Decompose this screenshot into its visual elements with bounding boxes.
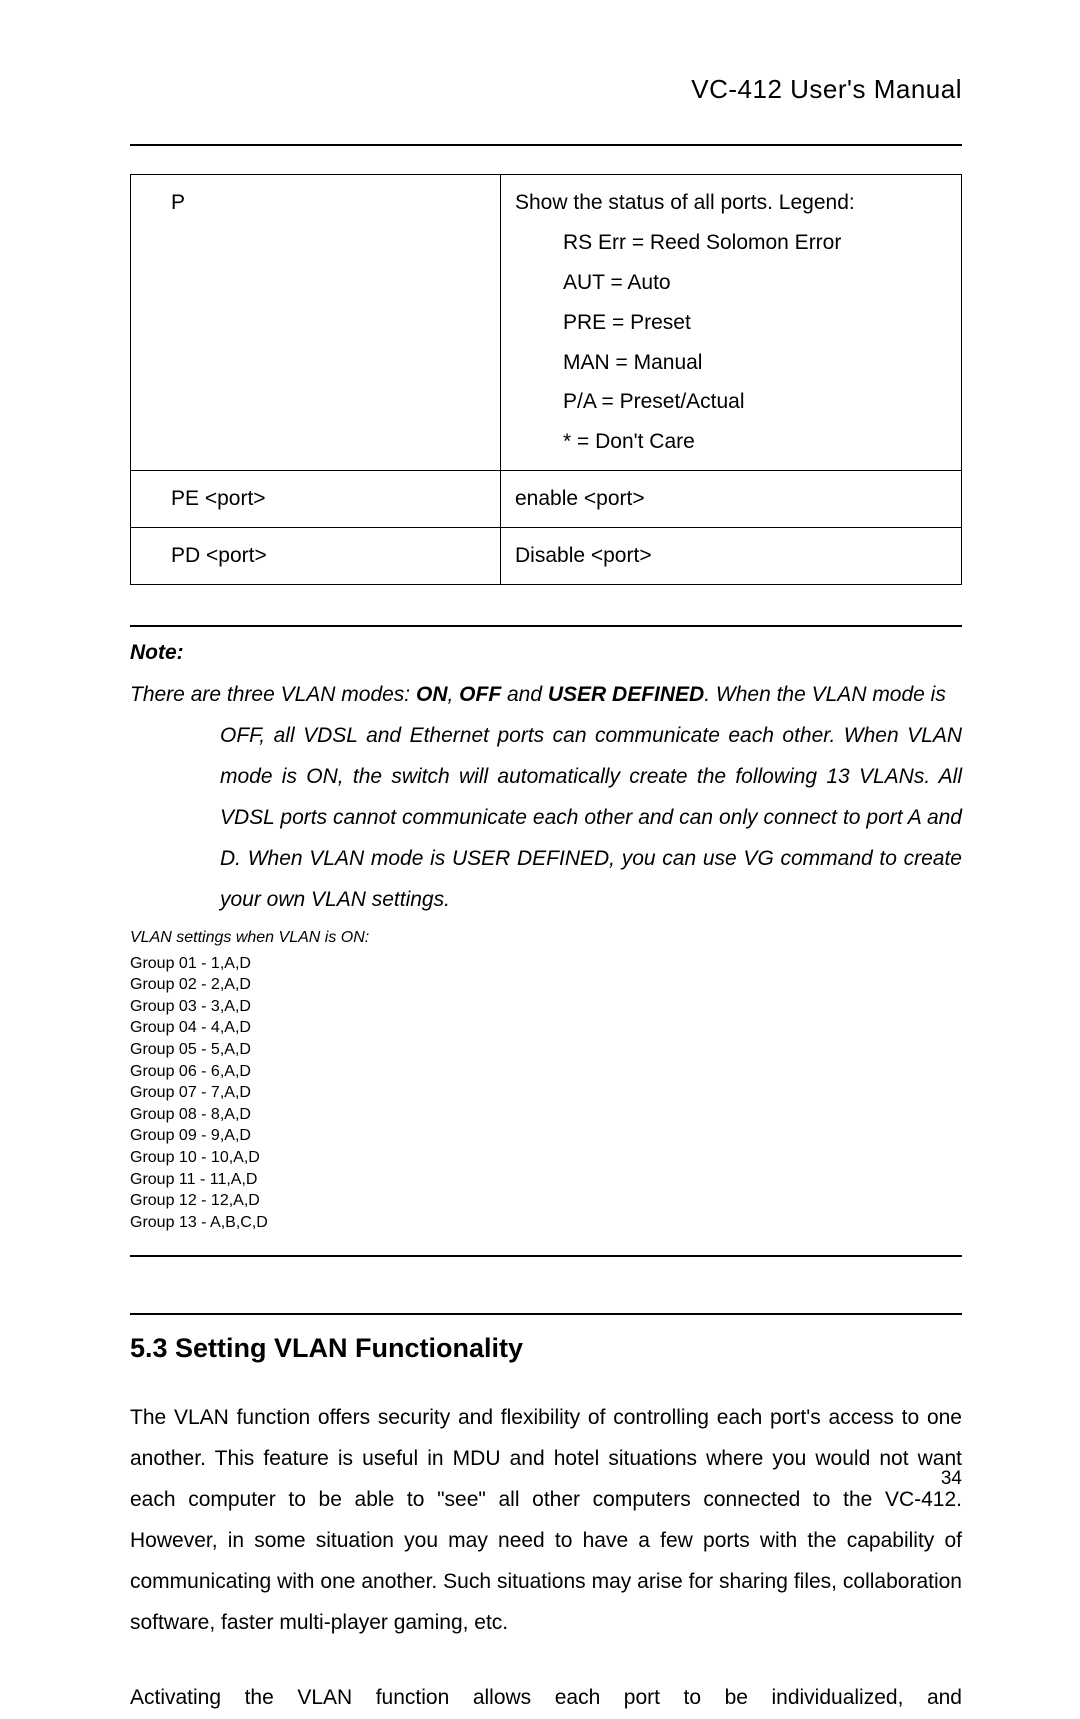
page-header-title: VC-412 User's Manual xyxy=(691,74,962,105)
table-row: P Show the status of all ports. Legend: … xyxy=(131,175,962,471)
table-row: PE <port> enable <port> xyxy=(131,471,962,528)
vlan-groups-list: Group 01 - 1,A,D Group 02 - 2,A,D Group … xyxy=(130,953,962,1234)
page-number: 34 xyxy=(941,1468,962,1490)
note-sep2: and xyxy=(501,683,548,706)
p-line-6: * = Don't Care xyxy=(515,422,947,462)
table-row: PD <port> Disable <port> xyxy=(131,528,962,585)
cmd-p-desc: Show the status of all ports. Legend: RS… xyxy=(501,175,962,471)
note-on: ON xyxy=(416,683,448,706)
p-line-3: PRE = Preset xyxy=(515,303,947,343)
note-heading: Note: xyxy=(130,641,962,665)
cmd-pe: PE <port> xyxy=(131,471,501,528)
command-table: P Show the status of all ports. Legend: … xyxy=(130,174,962,585)
cmd-p: P xyxy=(131,175,501,471)
note-user-defined: USER DEFINED xyxy=(548,683,704,706)
cmd-pe-desc: enable <port> xyxy=(501,471,962,528)
section-paragraph-2: Activating the VLAN function allows each… xyxy=(130,1678,962,1719)
note-sep1: , xyxy=(447,683,459,706)
section-paragraph-1: The VLAN function offers security and fl… xyxy=(130,1398,962,1644)
p-line-4: MAN = Manual xyxy=(515,343,947,383)
section-title: 5.3 Setting VLAN Functionality xyxy=(130,1333,962,1364)
note-rest: OFF, all VDSL and Ethernet ports can com… xyxy=(220,716,962,921)
vlan-settings-heading: VLAN settings when VLAN is ON: xyxy=(130,929,962,947)
note-line-1: There are three VLAN modes: ON, OFF and … xyxy=(130,675,962,716)
note-post: . When the VLAN mode is xyxy=(704,683,946,706)
p-line-1: RS Err = Reed Solomon Error xyxy=(515,223,947,263)
p-line-0: Show the status of all ports. Legend: xyxy=(515,183,947,223)
cmd-pd-desc: Disable <port> xyxy=(501,528,962,585)
p-line-5: P/A = Preset/Actual xyxy=(515,382,947,422)
note-pre: There are three VLAN modes: xyxy=(130,683,416,706)
p-line-2: AUT = Auto xyxy=(515,263,947,303)
note-off: OFF xyxy=(459,683,501,706)
cmd-pd: PD <port> xyxy=(131,528,501,585)
